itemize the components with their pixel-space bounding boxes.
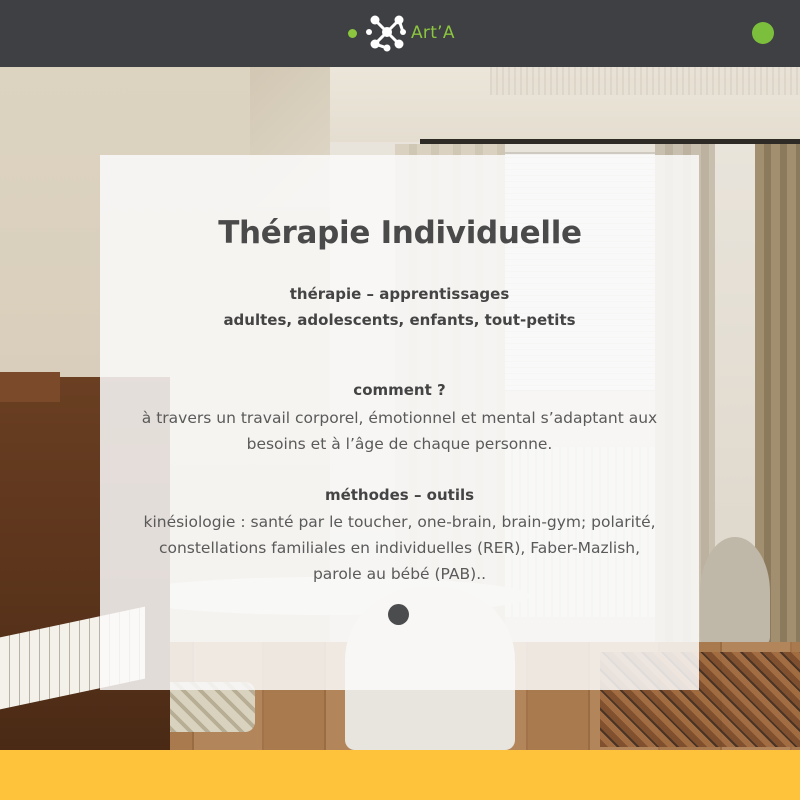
slide-nav-dot[interactable] xyxy=(388,604,409,625)
section-text-methodes: kinésiologie : santé par le toucher, one… xyxy=(143,513,656,583)
molecule-icon xyxy=(366,15,406,52)
section-heading-comment: comment ? xyxy=(353,381,446,399)
menu-button[interactable] xyxy=(752,22,774,44)
logo-text: Art’A xyxy=(411,23,455,43)
section-text-comment: à travers un travail corporel, émotionne… xyxy=(141,409,658,453)
logo-dot xyxy=(348,28,357,38)
top-bar: Art’A xyxy=(0,0,800,67)
site-logo[interactable]: Art’A xyxy=(348,12,455,54)
subtitle-line-1: thérapie – apprentissages xyxy=(289,285,510,303)
page-title: Thérapie Individuelle xyxy=(218,215,582,251)
footer-band xyxy=(0,750,800,800)
subtitle-line-2: adultes, adolescents, enfants, tout-peti… xyxy=(223,311,576,329)
section-heading-methodes: méthodes – outils xyxy=(324,486,475,504)
